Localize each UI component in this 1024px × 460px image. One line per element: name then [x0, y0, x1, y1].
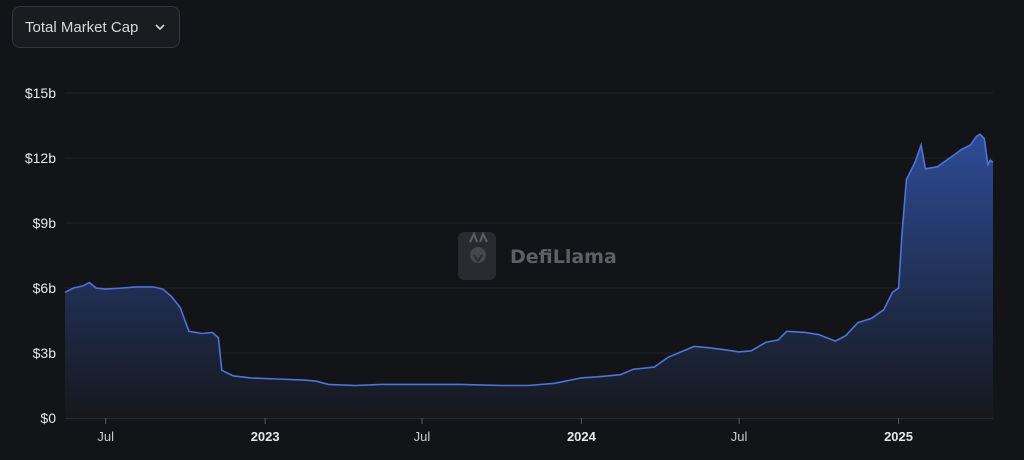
y-tick-label: $6b: [33, 280, 57, 296]
metric-dropdown-label: Total Market Cap: [25, 18, 139, 36]
watermark: DefiLlama: [458, 231, 617, 280]
x-tick-label: 2023: [251, 429, 280, 444]
y-tick-label: $3b: [33, 345, 57, 361]
y-tick-label: $0: [40, 410, 56, 426]
y-tick-label: $15b: [25, 85, 56, 101]
x-tick-label: Jul: [731, 429, 748, 444]
y-axis: $0 $3b $6b $9b $12b $15b: [25, 85, 56, 426]
y-tick-label: $9b: [33, 215, 57, 231]
market-cap-chart: DefiLlama $0$3b$6b$9b$12b$15b Jul 2023 Jul…: [25, 85, 994, 444]
x-tick-label: 2025: [884, 429, 913, 444]
gridlines: [65, 92, 993, 354]
x-axis: Jul 2023 Jul 2024 Jul 2025: [97, 418, 913, 444]
x-tick-label: Jul: [97, 429, 114, 444]
watermark-text: DefiLlama: [510, 246, 617, 268]
metric-dropdown[interactable]: Total Market Cap: [12, 6, 180, 48]
y-tick-label: $12b: [25, 150, 56, 166]
llama-logo-icon: [458, 231, 496, 280]
series-area: [65, 134, 993, 418]
x-tick-label: Jul: [414, 429, 431, 444]
x-tick-label: 2024: [567, 429, 597, 444]
chevron-down-icon: [153, 20, 167, 34]
